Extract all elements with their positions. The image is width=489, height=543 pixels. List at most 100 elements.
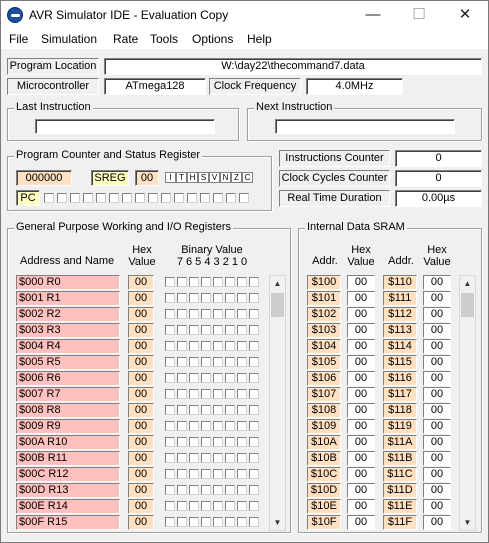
register-hex-value[interactable]: 00 [128,323,154,338]
sram-hex-value[interactable]: 00 [347,467,375,482]
register-bit-checkbox[interactable] [189,325,199,335]
register-bit-checkbox[interactable] [201,421,211,431]
flag-z[interactable]: Z [231,172,242,183]
pc-bit-checkbox[interactable] [239,193,249,203]
register-bit-checkbox[interactable] [237,293,247,303]
pc-bit-checkbox[interactable] [161,193,171,203]
register-bit-checkbox[interactable] [249,501,259,511]
sram-hex-value[interactable]: 00 [347,275,375,290]
register-hex-value[interactable]: 00 [128,483,154,498]
pc-bit-checkbox[interactable] [57,193,67,203]
sram-hex-value[interactable]: 00 [423,275,451,290]
register-bit-checkbox[interactable] [189,501,199,511]
register-bit-checkbox[interactable] [249,309,259,319]
register-bit-checkbox[interactable] [225,453,235,463]
menu-help[interactable]: Help [247,32,272,46]
close-button[interactable]: ✕ [442,1,488,30]
register-bit-checkbox[interactable] [213,389,223,399]
register-bit-checkbox[interactable] [213,437,223,447]
sram-hex-value[interactable]: 00 [423,483,451,498]
register-bit-checkbox[interactable] [249,341,259,351]
register-bit-checkbox[interactable] [201,485,211,495]
register-bit-checkbox[interactable] [213,309,223,319]
register-bit-checkbox[interactable] [165,373,175,383]
register-bit-checkbox[interactable] [165,421,175,431]
register-hex-value[interactable]: 00 [128,387,154,402]
register-bit-checkbox[interactable] [177,437,187,447]
register-bit-checkbox[interactable] [201,437,211,447]
register-bit-checkbox[interactable] [225,341,235,351]
register-bit-checkbox[interactable] [213,517,223,527]
pc-bit-checkbox[interactable] [70,193,80,203]
register-bit-checkbox[interactable] [249,325,259,335]
sram-hex-value[interactable]: 00 [347,435,375,450]
register-bit-checkbox[interactable] [201,469,211,479]
flag-i[interactable]: I [165,172,176,183]
sram-hex-value[interactable]: 00 [423,403,451,418]
register-bit-checkbox[interactable] [237,469,247,479]
register-hex-value[interactable]: 00 [128,419,154,434]
register-bit-checkbox[interactable] [225,437,235,447]
sram-hex-value[interactable]: 00 [423,435,451,450]
register-bit-checkbox[interactable] [249,277,259,287]
register-bit-checkbox[interactable] [249,405,259,415]
register-bit-checkbox[interactable] [237,389,247,399]
pc-bit-checkbox[interactable] [200,193,210,203]
register-bit-checkbox[interactable] [201,357,211,367]
register-bit-checkbox[interactable] [237,421,247,431]
sram-hex-value[interactable]: 00 [423,323,451,338]
register-bit-checkbox[interactable] [177,501,187,511]
register-bit-checkbox[interactable] [201,453,211,463]
register-bit-checkbox[interactable] [225,277,235,287]
register-bit-checkbox[interactable] [237,341,247,351]
register-hex-value[interactable]: 00 [128,275,154,290]
sram-hex-value[interactable]: 00 [347,419,375,434]
register-bit-checkbox[interactable] [189,341,199,351]
menu-rate[interactable]: Rate [113,32,138,46]
register-bit-checkbox[interactable] [189,277,199,287]
register-bit-checkbox[interactable] [249,357,259,367]
register-bit-checkbox[interactable] [249,485,259,495]
flag-v[interactable]: V [209,172,220,183]
sram-hex-value[interactable]: 00 [347,323,375,338]
menu-file[interactable]: File [9,32,28,46]
flag-c[interactable]: C [242,172,253,183]
register-bit-checkbox[interactable] [189,421,199,431]
register-bit-checkbox[interactable] [177,293,187,303]
pc-bit-checkbox[interactable] [213,193,223,203]
register-bit-checkbox[interactable] [165,309,175,319]
register-bit-checkbox[interactable] [225,405,235,415]
pc-bit-checkbox[interactable] [83,193,93,203]
register-bit-checkbox[interactable] [189,389,199,399]
flag-n[interactable]: N [220,172,231,183]
register-bit-checkbox[interactable] [225,517,235,527]
pc-bit-checkbox[interactable] [96,193,106,203]
register-bit-checkbox[interactable] [201,389,211,399]
register-bit-checkbox[interactable] [201,325,211,335]
register-bit-checkbox[interactable] [165,341,175,351]
flag-h[interactable]: H [187,172,198,183]
scroll-down-icon[interactable]: ▼ [460,515,475,530]
register-hex-value[interactable]: 00 [128,451,154,466]
clock-frequency-field[interactable]: 4.0MHz [306,78,403,95]
register-bit-checkbox[interactable] [249,389,259,399]
register-bit-checkbox[interactable] [165,453,175,463]
register-bit-checkbox[interactable] [177,277,187,287]
pc-bit-checkbox[interactable] [148,193,158,203]
register-bit-checkbox[interactable] [201,293,211,303]
sram-hex-value[interactable]: 00 [347,499,375,514]
sram-hex-value[interactable]: 00 [423,355,451,370]
register-hex-value[interactable]: 00 [128,435,154,450]
pc-bit-checkbox[interactable] [226,193,236,203]
register-bit-checkbox[interactable] [165,277,175,287]
register-bit-checkbox[interactable] [249,437,259,447]
sram-hex-value[interactable]: 00 [347,403,375,418]
sram-hex-value[interactable]: 00 [347,291,375,306]
register-bit-checkbox[interactable] [237,405,247,415]
menu-simulation[interactable]: Simulation [41,32,97,46]
pc-bit-checkbox[interactable] [109,193,119,203]
register-bit-checkbox[interactable] [249,453,259,463]
register-bit-checkbox[interactable] [189,405,199,415]
pc-bit-checkbox[interactable] [44,193,54,203]
register-bit-checkbox[interactable] [165,325,175,335]
